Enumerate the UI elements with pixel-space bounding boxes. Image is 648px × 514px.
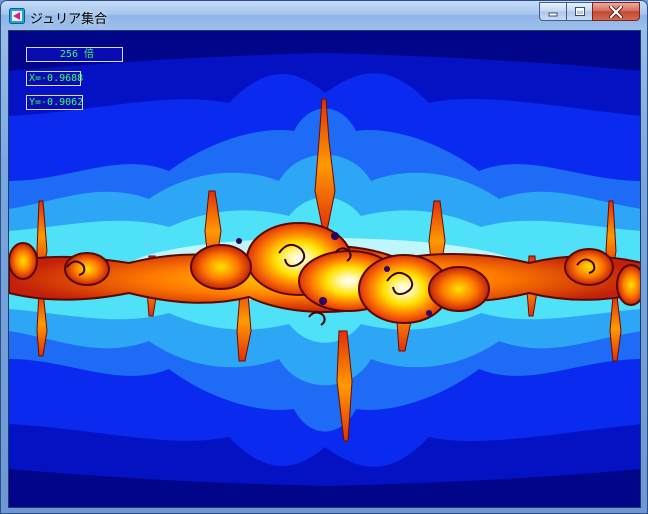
minimize-button[interactable] (539, 2, 567, 21)
close-button[interactable] (592, 2, 640, 21)
zoom-indicator: 256 倍 (26, 47, 123, 62)
maximize-button[interactable] (566, 2, 593, 21)
title-bar[interactable]: ジュリア集合 (1, 1, 647, 30)
close-icon (609, 5, 623, 18)
app-window: ジュリア集合 256 倍 X=-0.9688 Y=-0.9062 (0, 0, 648, 514)
julia-set-image (9, 31, 640, 507)
app-icon (9, 8, 25, 24)
minimize-icon (548, 12, 558, 16)
y-coordinate-readout: Y=-0.9062 (26, 95, 83, 110)
maximize-icon (574, 7, 585, 16)
window-title: ジュリア集合 (30, 12, 108, 27)
x-coordinate-readout: X=-0.9688 (26, 71, 83, 86)
fractal-canvas[interactable]: 256 倍 X=-0.9688 Y=-0.9062 (8, 30, 641, 508)
